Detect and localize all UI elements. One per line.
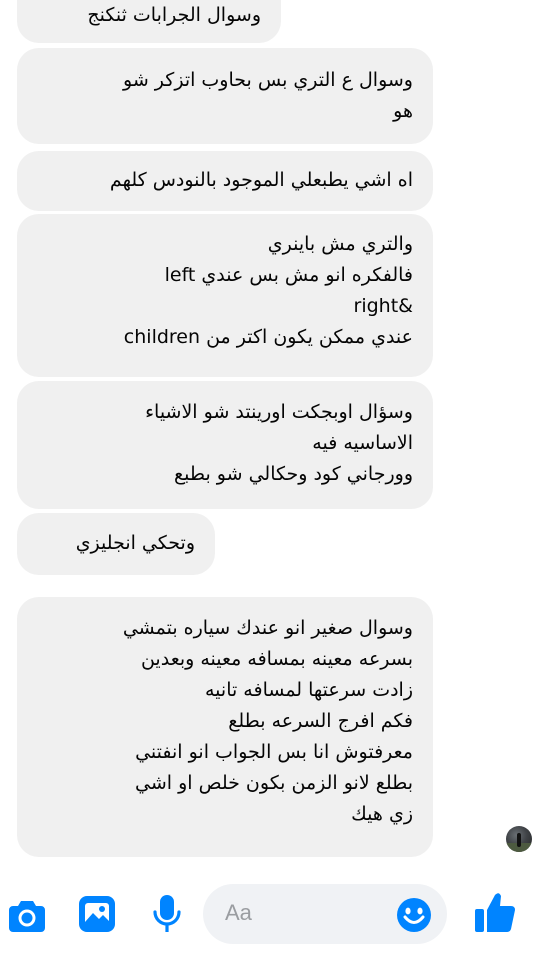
sender-avatar[interactable] [506, 826, 532, 852]
message-bubble[interactable]: وسوال صغير انو عندك سياره بتمشي بسرعه مع… [17, 597, 433, 857]
camera-icon[interactable] [9, 898, 45, 932]
message-thread: وسوال الجرابات ثنكنج وسوال ع التري بس بح… [0, 0, 540, 868]
microphone-icon[interactable] [152, 894, 182, 934]
message-bubble[interactable]: والتري مش باينري فالفكره انو مش بس عندي … [17, 214, 433, 377]
message-input[interactable]: Aa [203, 884, 447, 944]
avatar-figure [517, 833, 521, 847]
message-composer: Aa [0, 868, 540, 959]
message-bubble[interactable]: اه اشي يطبعلي الموجود بالنودس كلهم [17, 151, 433, 211]
message-bubble[interactable]: وسؤال اوبجكت اورينتد شو الاشياء الاساسيه… [17, 381, 433, 509]
message-input-placeholder: Aa [225, 900, 252, 925]
message-bubble[interactable]: وسوال ع التري بس بحاوب اتزكر شو هو [17, 48, 433, 144]
emoji-icon[interactable] [395, 896, 433, 934]
message-bubble[interactable]: وسوال الجرابات ثنكنج [17, 0, 281, 43]
image-icon[interactable] [78, 895, 116, 933]
message-bubble[interactable]: وتحكي انجليزي [17, 513, 215, 575]
thumbs-up-icon[interactable] [474, 890, 516, 934]
